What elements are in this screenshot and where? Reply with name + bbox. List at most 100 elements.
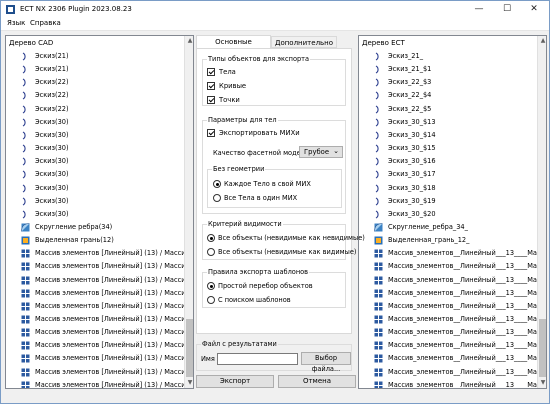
file-name-label: Имя	[201, 355, 215, 363]
arc-icon	[21, 65, 30, 74]
tree-item-label: Массив_элементов__Линейный___13____Масси…	[388, 249, 547, 258]
export-button[interactable]: Экспорт	[196, 375, 274, 388]
tree-item-label: Выделенная грань(12)	[35, 236, 114, 245]
arc-icon	[21, 197, 30, 206]
tree-item-label: Скругление_ребра_34_	[388, 222, 468, 231]
tree-item-label: Скругление ребра(34)	[35, 222, 113, 231]
arc-icon	[21, 157, 30, 166]
cad-tree-panel[interactable]: Дерево CAD Эскиз(21) Эскиз(21) Эскиз(22) Эс…	[5, 35, 194, 389]
arc-icon	[374, 105, 383, 114]
tree-item-label: Массив_элементов__Линейный___13____Масси…	[388, 301, 547, 310]
tab-additional[interactable]: Дополнительно	[271, 36, 337, 48]
close-button[interactable]: ✕	[522, 3, 546, 16]
tree-item-label: Эскиз_21_	[388, 52, 423, 60]
arc-icon	[374, 197, 383, 206]
fillet-icon	[374, 223, 383, 232]
tree-item-label: Эскиз_22_$4	[388, 91, 432, 100]
tree-item-label: Эскиз(30)	[35, 183, 69, 192]
scroll-up-icon[interactable]: ▲	[538, 36, 546, 46]
cancel-button[interactable]: Отмена	[278, 375, 356, 388]
arc-icon	[21, 170, 30, 179]
cad-tree-scrollbar[interactable]: ▲ ▼	[184, 36, 193, 388]
arc-icon	[21, 210, 30, 219]
pattern-icon	[374, 276, 383, 285]
facet-quality-select[interactable]: Грубое ⌄	[299, 146, 343, 158]
arc-icon	[374, 91, 383, 100]
tree-item-label: Эскиз_21_$1	[388, 65, 432, 74]
ect-tree-scrollbar[interactable]: ▲ ▼	[537, 36, 546, 388]
export-types-group: Типы объектов для экспорта Тела Кривые Т…	[202, 55, 346, 106]
tree-item-label: Эскиз(30)	[35, 170, 69, 179]
tree-item-label: Массив элементов [Линейный] (13) / Масси…	[35, 380, 194, 389]
app-icon	[6, 5, 15, 14]
no-geometry-group: Без геометрии Каждое Тело в свой МИХ Все…	[207, 165, 342, 208]
pattern-icon	[374, 315, 383, 324]
arc-icon	[374, 65, 383, 74]
menu-help[interactable]: Справка	[30, 19, 61, 27]
pattern-icon	[21, 302, 30, 311]
tree-item-label: Эскиз_30_$14	[388, 130, 436, 139]
body-params-group: Параметры для тел Экспортировать MИХи Ка…	[202, 116, 346, 214]
tree-item-label: Эскиз_30_$16	[388, 157, 436, 166]
scroll-down-icon[interactable]: ▼	[538, 378, 546, 388]
pattern-icon	[374, 328, 383, 337]
tree-item-label: Эскиз(30)	[35, 117, 69, 126]
cad-tree-header: Дерево CAD	[9, 39, 54, 47]
arc-icon	[374, 210, 383, 219]
visibility-group: Критерий видимости Все объекты (невидимы…	[202, 220, 365, 260]
tab-main-settings[interactable]: Основные настройки	[196, 35, 271, 59]
pattern-icon	[21, 368, 30, 377]
window-title: ECT NX 2306 Plugin 2023.08.23	[20, 5, 132, 13]
menu-language[interactable]: Язык	[7, 19, 25, 27]
arc-icon	[374, 157, 383, 166]
ect-tree-header: Дерево ECT	[362, 39, 405, 47]
file-name-input[interactable]	[217, 353, 298, 365]
result-file-group: Файл с результатами Имя Выбор файла...	[196, 340, 352, 373]
tree-item-label: Эскиз_30_$13	[388, 117, 436, 126]
scroll-thumb[interactable]	[186, 319, 193, 377]
pattern-icon	[374, 302, 383, 311]
title-bar[interactable]: ECT NX 2306 Plugin 2023.08.23 — ☐ ✕	[1, 1, 549, 18]
templates-title: Правила экспорта шаблонов	[207, 268, 310, 276]
tree-item-label: Массив_элементов__Линейный___13____Масси…	[388, 341, 547, 350]
pattern-icon	[21, 315, 30, 324]
tree-item-label: Массив_элементов__Линейный___13____Масси…	[388, 354, 547, 363]
templates-group: Правила экспорта шаблонов Простой перебо…	[202, 268, 346, 308]
tree-item-label: Массив элементов [Линейный] (13) / Масси…	[35, 341, 194, 350]
export-types-title: Типы объектов для экспорта	[207, 55, 311, 63]
main-window: ECT NX 2306 Plugin 2023.08.23 — ☐ ✕ Язык…	[0, 0, 550, 404]
tree-item-label: Эскиз(30)	[35, 144, 69, 153]
visibility-title: Критерий видимости	[207, 220, 283, 228]
ect-tree-panel[interactable]: Дерево ECT Эскиз_21_ Эскиз_21_$1 Эскиз_22_…	[358, 35, 547, 389]
tree-item-label: Эскиз_22_$5	[388, 104, 432, 113]
tree-item-label: Массив_элементов__Линейный___13____Масси…	[388, 380, 547, 389]
tree-item-label: Массив_элементов__Линейный___13____Масси…	[388, 288, 547, 297]
scroll-up-icon[interactable]: ▲	[185, 36, 193, 46]
no-geometry-title: Без геометрии	[212, 165, 266, 173]
pattern-icon	[21, 249, 30, 258]
scroll-down-icon[interactable]: ▼	[185, 378, 193, 388]
tree-item-label: Эскиз(22)	[35, 104, 69, 113]
pattern-icon	[21, 341, 30, 350]
result-file-title: Файл с результатами	[201, 340, 278, 348]
minimize-button[interactable]: —	[467, 3, 491, 16]
menu-bar: Язык Справка	[1, 18, 549, 31]
arc-icon	[374, 170, 383, 179]
pattern-icon	[21, 328, 30, 337]
tree-item-label: Массив элементов [Линейный] (13) / Масси…	[35, 288, 194, 297]
fillet-icon	[21, 223, 30, 232]
face-icon	[21, 236, 30, 245]
tree-item-label: Массив_элементов__Линейный___13____Масси…	[388, 367, 547, 376]
tree-item-label: Эскиз_30_$18	[388, 183, 436, 192]
maximize-button[interactable]: ☐	[495, 3, 519, 16]
tree-item-label: Эскиз_30_$15	[388, 144, 436, 153]
tree-item-label: Массив элементов [Линейный] (13) / Масси…	[35, 275, 194, 284]
arc-icon	[374, 118, 383, 127]
pattern-icon	[21, 276, 30, 285]
settings-tabs: Основные настройки Дополнительно	[196, 35, 352, 59]
scroll-thumb[interactable]	[539, 319, 546, 377]
chevron-down-icon: ⌄	[333, 147, 339, 155]
pattern-icon	[374, 262, 383, 271]
arc-icon	[21, 184, 30, 193]
browse-file-button[interactable]: Выбор файла...	[301, 352, 351, 373]
